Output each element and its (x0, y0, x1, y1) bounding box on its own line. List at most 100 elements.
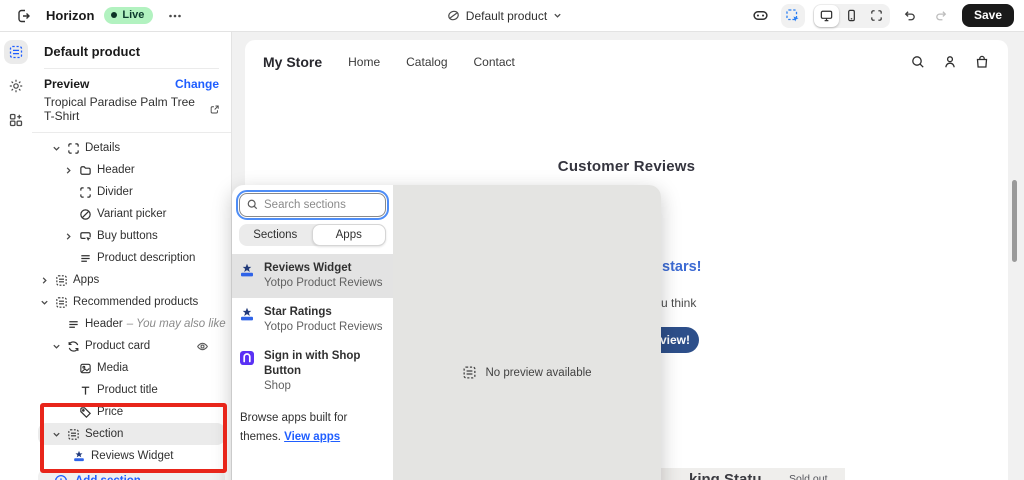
tree-item-section[interactable]: Section (38, 423, 225, 445)
tree-item-label: Media (97, 362, 129, 374)
tree-item-label: Product title (97, 384, 158, 396)
store-name[interactable]: My Store (263, 54, 322, 70)
tree-item-price[interactable]: Price (32, 401, 231, 423)
chevron-right-icon[interactable] (38, 274, 50, 286)
rail-sections-button[interactable] (4, 40, 28, 64)
store-nav-home[interactable]: Home (348, 55, 380, 69)
chevron-right-icon[interactable] (62, 230, 74, 242)
tree-item-media[interactable]: Media (32, 357, 231, 379)
tree-item-recommended-header[interactable]: Header – You may also like (32, 313, 231, 335)
app-item-reviews-widget[interactable]: Reviews Widget Yotpo Product Reviews (232, 254, 393, 298)
change-preview-link[interactable]: Change (175, 77, 219, 91)
tree-item-divider[interactable]: Divider (32, 181, 231, 203)
add-section-popover: Sections Apps Reviews Widget Yotpo Produ… (232, 185, 661, 480)
redo-button[interactable] (930, 4, 954, 28)
yotpo-app-icon (241, 307, 253, 321)
tree-item-reviews-widget[interactable]: Reviews Widget (32, 445, 231, 467)
variant-picker-icon (78, 207, 92, 221)
tree-item-label: Apps (73, 274, 100, 286)
search-icon[interactable] (910, 54, 926, 70)
store-header: My Store Home Catalog Contact (245, 40, 1008, 84)
account-icon[interactable] (942, 54, 958, 70)
exit-editor-button[interactable] (12, 4, 36, 28)
store-nav-catalog[interactable]: Catalog (406, 55, 447, 69)
app-item-star-ratings[interactable]: Star Ratings Yotpo Product Reviews (232, 298, 393, 342)
store-nav: Home Catalog Contact (348, 55, 910, 69)
tree-item-suffix: – You may also like (126, 318, 226, 330)
undo-button[interactable] (898, 4, 922, 28)
preview-page-title: Tropical Paradise Palm Tree T-Shirt (44, 95, 195, 123)
popover-search (236, 190, 389, 220)
tab-sections[interactable]: Sections (239, 224, 312, 246)
chevron-down-icon[interactable] (38, 296, 50, 308)
tree-item-apps[interactable]: Apps (32, 269, 231, 291)
store-section-heading: Customer Reviews (557, 158, 696, 175)
tree-item-label: Reviews Widget (91, 450, 174, 462)
yotpo-app-icon (72, 449, 86, 463)
inspector-icon (753, 11, 769, 20)
tree-item-label: Header (97, 164, 135, 176)
section-icon (54, 273, 68, 287)
chevron-down-icon[interactable] (50, 142, 62, 154)
tree-item-label: Recommended products (73, 296, 199, 308)
app-item-shop-sign-in[interactable]: Sign in with Shop Button Shop (232, 342, 393, 401)
inspector-button[interactable] (749, 4, 773, 28)
chevron-down-icon[interactable] (50, 340, 62, 352)
preview-page[interactable]: Tropical Paradise Palm Tree T-Shirt (32, 92, 231, 132)
buy-buttons-icon (78, 229, 92, 243)
topbar: Horizon Live Default product Save (0, 0, 1024, 32)
mobile-icon (848, 9, 855, 22)
tree-item-label: Buy buttons (97, 230, 158, 242)
chevron-down-icon[interactable] (50, 428, 62, 440)
select-tool-button[interactable] (780, 3, 805, 28)
template-selector[interactable]: Default product (260, 9, 749, 23)
view-apps-link[interactable]: View apps (284, 431, 340, 443)
tree-item-details[interactable]: Details (32, 137, 231, 159)
tree-item-header[interactable]: Header (32, 159, 231, 181)
sections-icon (9, 45, 23, 59)
add-section-button[interactable]: Add section (38, 469, 225, 480)
more-actions-button[interactable] (163, 4, 187, 28)
preview-label: Preview (44, 77, 90, 91)
rail-app-embeds-button[interactable] (4, 108, 28, 132)
section-icon (66, 427, 80, 441)
preview-scrollbar-thumb[interactable] (1012, 180, 1017, 262)
tree-item-product-card[interactable]: Product card (32, 335, 231, 357)
desktop-preview-button[interactable] (813, 4, 839, 27)
fullscreen-preview-button[interactable] (864, 5, 889, 27)
rail-settings-button[interactable] (4, 74, 28, 98)
store-partial-bottom-section: king Statu Sold out (661, 468, 845, 480)
section-icon (54, 295, 68, 309)
no-preview-message: No preview available (393, 365, 661, 380)
store-header-icons (910, 54, 990, 70)
external-link-icon (210, 105, 219, 113)
popover-tabs: Sections Apps (239, 224, 386, 246)
tree-item-recommended-products[interactable]: Recommended products (32, 291, 231, 313)
save-button[interactable]: Save (961, 4, 1014, 27)
popover-list-pane: Sections Apps Reviews Widget Yotpo Produ… (232, 185, 393, 480)
app-item-subtitle: Shop (264, 379, 291, 392)
left-rail (0, 32, 32, 480)
live-badge-label: Live (122, 9, 145, 21)
tree-item-buy-buttons[interactable]: Buy buttons (32, 225, 231, 247)
search-sections-input[interactable] (236, 190, 389, 220)
tree-item-label: Divider (97, 186, 133, 198)
chevron-right-icon[interactable] (62, 164, 74, 176)
app-item-text: Sign in with Shop Button Shop (264, 349, 385, 394)
store-nav-contact[interactable]: Contact (474, 55, 515, 69)
app-item-title: Reviews Widget (264, 262, 352, 274)
cart-bag-icon[interactable] (974, 54, 990, 70)
tree-item-label: Variant picker (97, 208, 167, 220)
tab-apps[interactable]: Apps (311, 224, 386, 246)
tree-item-product-title[interactable]: Product title (32, 379, 231, 401)
tree-item-variant-picker[interactable]: Variant picker (32, 203, 231, 225)
panel-title: Default product (44, 44, 141, 59)
tree-item-product-description[interactable]: Product description (32, 247, 231, 269)
mobile-preview-button[interactable] (839, 5, 864, 27)
visibility-eye-icon[interactable] (196, 340, 209, 353)
